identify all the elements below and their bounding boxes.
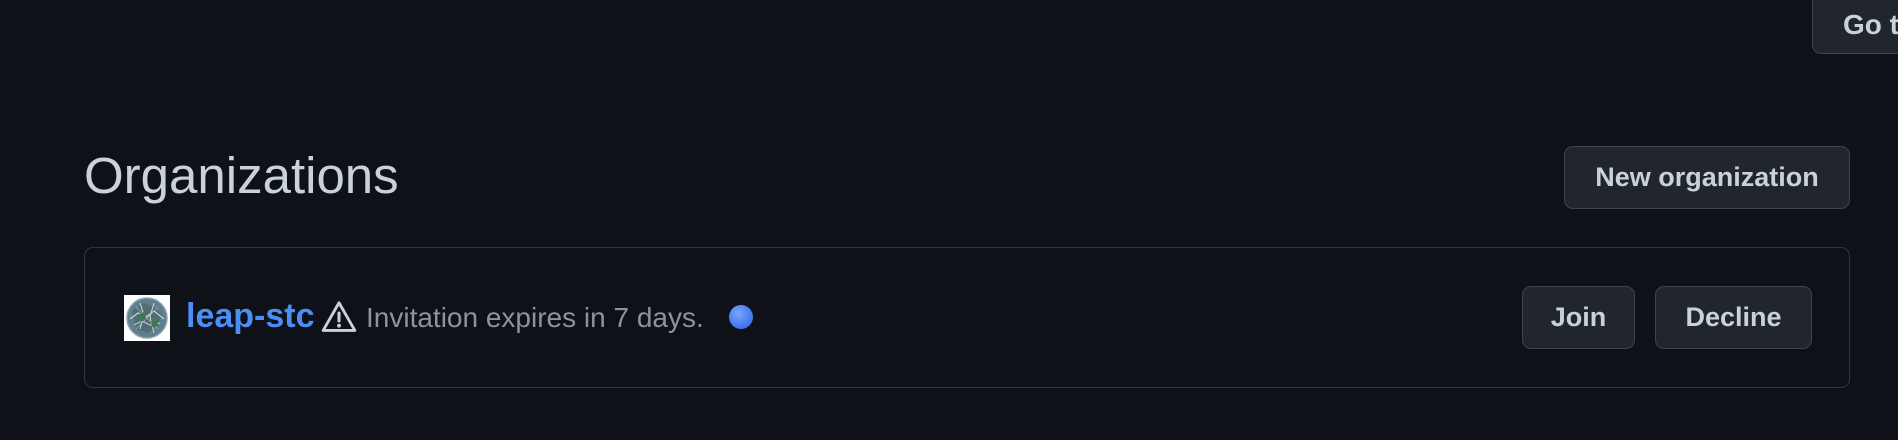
invitation-expiry-text: Invitation expires in 7 days.	[366, 302, 704, 333]
join-button[interactable]: Join	[1522, 286, 1635, 349]
page-title: Organizations	[84, 147, 399, 204]
go-to-button[interactable]: Go to	[1812, 0, 1898, 54]
org-avatar[interactable]	[124, 295, 170, 341]
organizations-page: Go to Organizations New organization lea…	[0, 0, 1898, 440]
org-name-link[interactable]: leap-stc	[186, 296, 315, 336]
new-organization-button[interactable]: New organization	[1564, 146, 1850, 209]
status-indicator-dot	[729, 305, 753, 329]
globe-logo-icon	[124, 295, 170, 341]
organization-invitation-card: leap-stc Invitation expires in 7 days. J…	[84, 247, 1850, 388]
alert-icon	[321, 301, 357, 332]
decline-button[interactable]: Decline	[1655, 286, 1812, 349]
